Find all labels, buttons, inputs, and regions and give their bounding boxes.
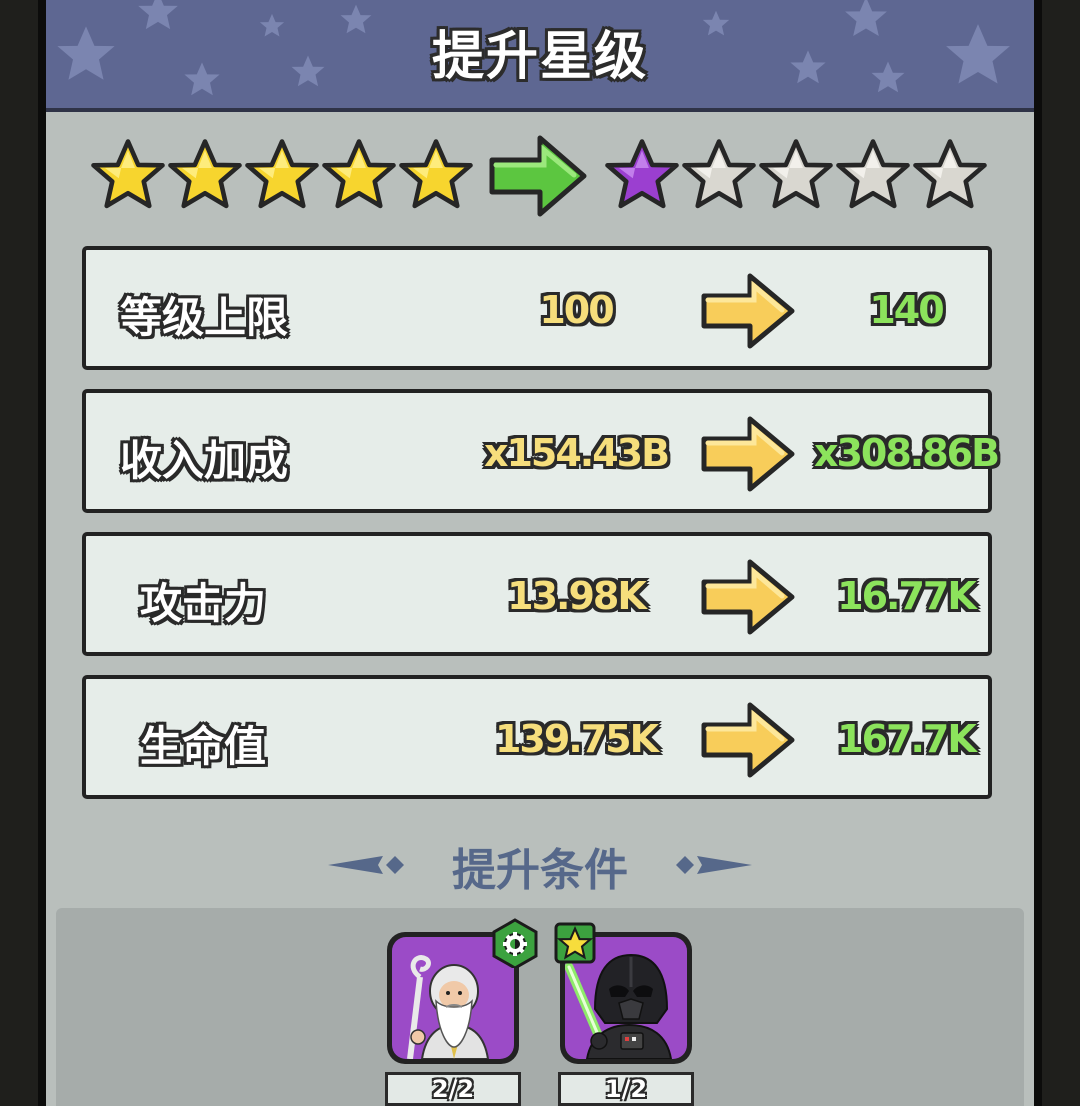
- stat-next-value: 140: [869, 288, 944, 332]
- stat-row-level-cap: 等级上限 100 140: [82, 246, 992, 370]
- arrow-right-icon: [698, 270, 798, 352]
- stat-current-value: x154.43B: [483, 431, 670, 475]
- stat-row-income-bonus: 收入加成 x154.43B x308.86B: [82, 389, 1000, 513]
- requirements-box: 2/2 1/2: [56, 908, 1024, 1106]
- arrow-right-icon: [698, 556, 798, 638]
- stat-label: 攻击力: [140, 579, 267, 628]
- stat-label: 收入加成: [120, 436, 289, 485]
- purple-star-icon: [605, 139, 679, 209]
- stat-current-value: 13.98K: [507, 574, 647, 618]
- page-title: 提升星级: [431, 27, 648, 87]
- arrow-right-icon: [698, 699, 798, 781]
- requirement-count: 1/2: [558, 1072, 694, 1106]
- background-right: [1034, 0, 1080, 1106]
- arrow-right-icon: [698, 413, 798, 495]
- right-ornament-icon: [676, 856, 752, 874]
- gray-star-icon: [682, 139, 756, 209]
- stat-row-attack: 攻击力 13.98K 16.77K: [82, 532, 992, 656]
- gray-star-icon: [836, 139, 910, 209]
- stat-current-value: 139.75K: [494, 717, 659, 761]
- green-arrow-right-icon: [489, 135, 587, 217]
- stat-row-hp: 生命值 139.75K 167.7K: [82, 675, 992, 799]
- star-transition-row: [46, 132, 1034, 222]
- gold-star-icon: [168, 139, 242, 209]
- stat-current-value: 100: [539, 288, 614, 332]
- requirement-count: 2/2: [385, 1072, 521, 1106]
- stat-next-value: 16.77K: [837, 574, 977, 618]
- stat-label: 等级上限: [120, 293, 289, 342]
- stat-label: 生命值: [140, 722, 267, 771]
- gear-badge-icon: [492, 918, 538, 968]
- background-left: [0, 0, 46, 1106]
- gold-star-icon: [245, 139, 319, 209]
- gold-star-icon: [91, 139, 165, 209]
- stat-next-value: x308.86B: [813, 431, 1000, 475]
- requirements-title: 提升条件: [452, 845, 628, 896]
- upgrade-star-panel: 提升星级 等级上限 100 140 收入加成 x154.43B x308.86B…: [46, 0, 1034, 1106]
- gold-star-icon: [399, 139, 473, 209]
- gray-star-icon: [913, 139, 987, 209]
- panel-header: 提升星级: [46, 0, 1034, 112]
- star-badge-icon: [554, 922, 596, 964]
- stat-next-value: 167.7K: [837, 717, 977, 761]
- gray-star-icon: [759, 139, 833, 209]
- gold-star-icon: [322, 139, 396, 209]
